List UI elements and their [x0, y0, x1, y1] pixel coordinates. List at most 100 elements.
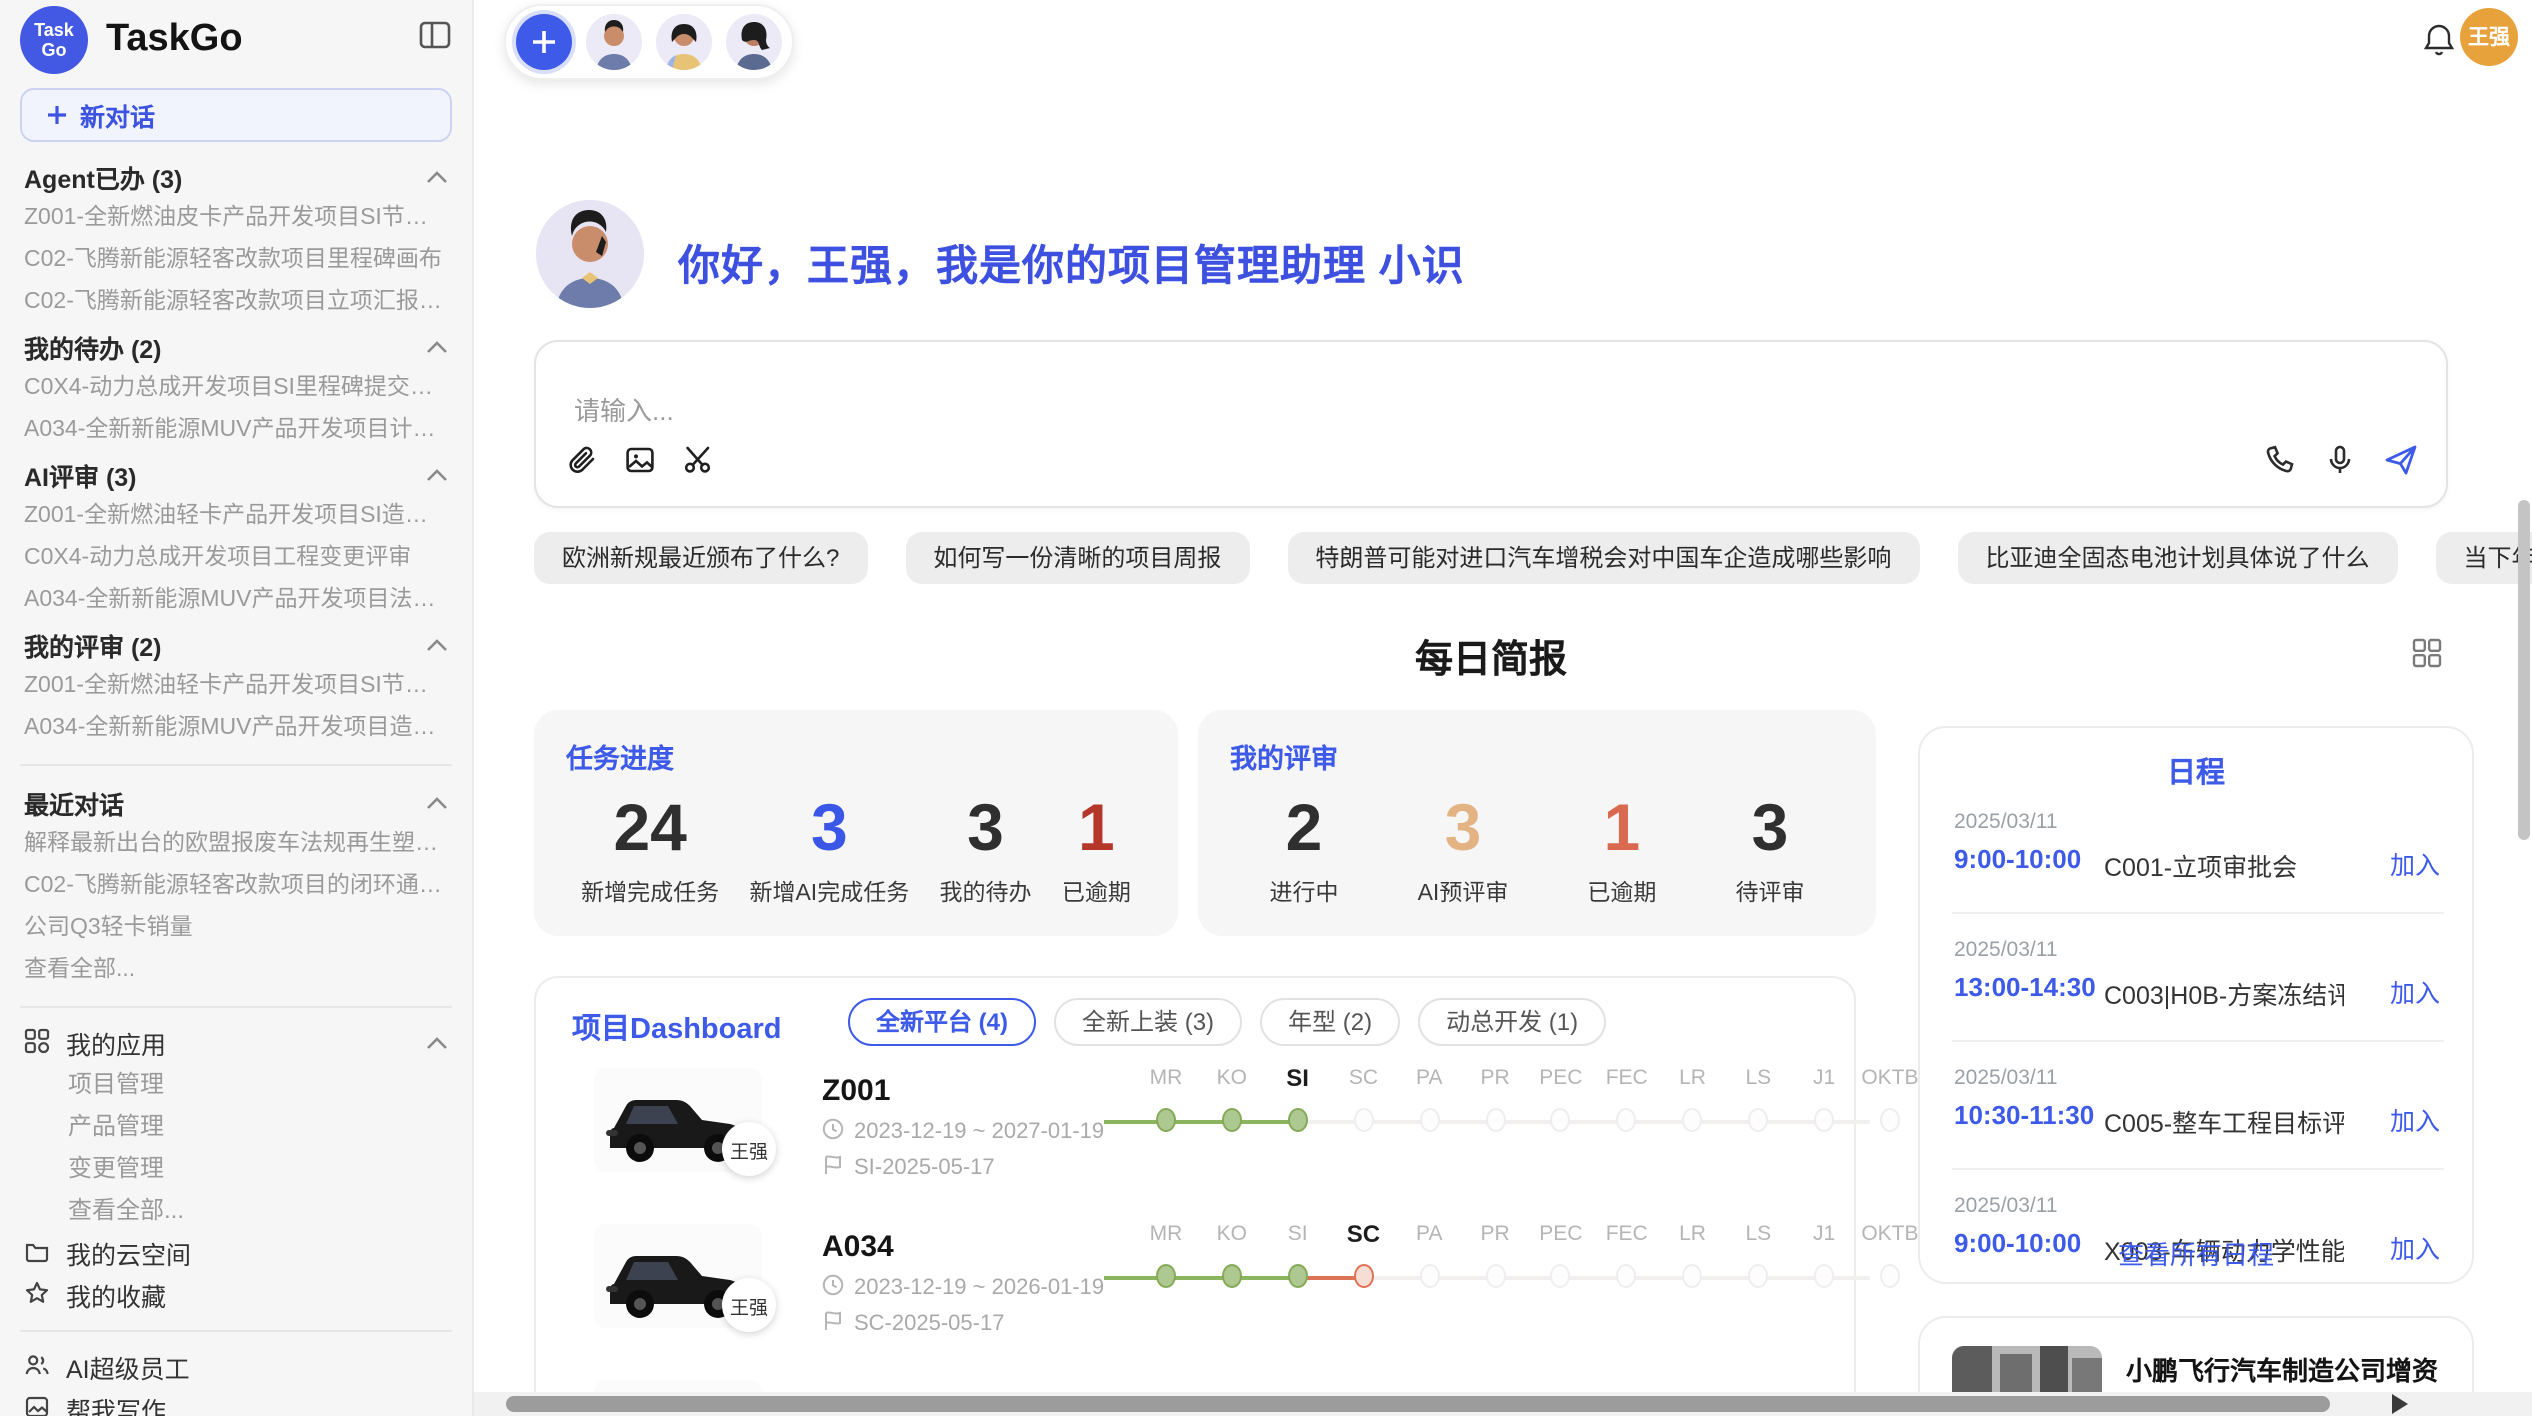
- layout-grid-icon[interactable]: [2412, 638, 2442, 678]
- quick-agents-bar: [504, 4, 794, 80]
- vertical-scrollbar-thumb[interactable]: [2518, 500, 2530, 840]
- add-agent-button[interactable]: [516, 14, 572, 70]
- milestone: PR: [1465, 1062, 1525, 1132]
- agent-avatar[interactable]: [726, 14, 782, 70]
- milestone: J1: [1794, 1218, 1854, 1288]
- app-title: TaskGo: [106, 18, 418, 62]
- stat-review-overdue: 1已逾期: [1587, 788, 1656, 908]
- suggestion-chip[interactable]: 欧洲新规最近颁布了什么?: [534, 532, 867, 584]
- new-chat-button[interactable]: 新对话: [20, 88, 452, 142]
- milestone: KO: [1202, 1062, 1262, 1132]
- join-link[interactable]: 加入: [2390, 1100, 2440, 1138]
- sidebar-item[interactable]: C02-飞腾新能源轻客改款项目立项汇报方案: [0, 282, 472, 324]
- section-recent-chats[interactable]: 最近对话: [0, 780, 472, 824]
- notification-bell-icon[interactable]: [2422, 22, 2456, 68]
- send-icon[interactable]: [2384, 444, 2418, 486]
- chevron-up-icon[interactable]: [426, 795, 448, 809]
- my-apps-header[interactable]: 我的应用: [0, 1022, 472, 1064]
- phone-icon[interactable]: [2264, 444, 2296, 486]
- schedule-date: 2025/03/11: [1954, 1194, 2058, 1218]
- recent-chat-item[interactable]: 公司Q3轻卡销量: [0, 908, 472, 950]
- sidebar-item[interactable]: Z001-全新燃油轻卡产品开发项目SI节点属性5D文件评审: [0, 666, 472, 708]
- apps-view-all[interactable]: 查看全部...: [0, 1190, 472, 1232]
- new-chat-label: 新对话: [80, 96, 155, 134]
- schedule-time: 9:00-10:00: [1954, 844, 2081, 874]
- app-item-change-mgmt[interactable]: 变更管理: [0, 1148, 472, 1190]
- recent-chat-item[interactable]: C02-飞腾新能源轻客改款项目的闭环通告反馈情况: [0, 866, 472, 908]
- schedule-date: 2025/03/11: [1954, 1066, 2058, 1090]
- chevron-up-icon[interactable]: [426, 1036, 448, 1050]
- sidebar-item[interactable]: Z001-全新燃油轻卡产品开发项目SI造型提交物评审: [0, 496, 472, 538]
- schedule-event[interactable]: C003|H0B-方案冻结评审: [2104, 974, 2344, 1012]
- app-item-project-mgmt[interactable]: 项目管理: [0, 1064, 472, 1106]
- section-my-review[interactable]: 我的评审 (2): [0, 622, 472, 666]
- chat-input[interactable]: [570, 394, 1778, 428]
- microphone-icon[interactable]: [2324, 444, 2356, 486]
- image-upload-icon[interactable]: [624, 444, 656, 486]
- tab-powertrain-dev[interactable]: 动总开发 (1): [1418, 998, 1606, 1046]
- star-icon: [24, 1279, 50, 1311]
- logo-text-top: Task: [34, 20, 74, 40]
- project-dashboard-card: 项目Dashboard 全新平台 (4) 全新上装 (3) 年型 (2) 动总开…: [534, 976, 1856, 1416]
- folder-icon: [24, 1237, 50, 1269]
- project-code[interactable]: Z001: [822, 1074, 890, 1108]
- sidebar-item[interactable]: C0X4-动力总成开发项目SI里程碑提交物检查: [0, 368, 472, 410]
- tool-help-me-write[interactable]: 帮我写作: [0, 1388, 472, 1416]
- recent-view-all[interactable]: 查看全部...: [0, 950, 472, 992]
- divider: [20, 1330, 452, 1332]
- recent-chat-item[interactable]: 解释最新出台的欧盟报废车法规再生塑料比例被调至15%...: [0, 824, 472, 866]
- view-all-schedule-link[interactable]: 查看所有日程: [1920, 1234, 2472, 1272]
- project-dates: 2023-12-19 ~ 2027-01-19: [822, 1118, 1104, 1146]
- sidebar-item[interactable]: A034-全新新能源MUV产品开发项目计划变更表编写: [0, 410, 472, 452]
- tab-all-new-platform[interactable]: 全新平台 (4): [848, 998, 1036, 1046]
- join-link[interactable]: 加入: [2390, 844, 2440, 882]
- scissors-icon[interactable]: [682, 444, 714, 486]
- chevron-up-icon[interactable]: [426, 637, 448, 651]
- my-favorites[interactable]: 我的收藏: [0, 1274, 472, 1316]
- suggestion-chip[interactable]: 比亚迪全固态电池计划具体说了什么: [1957, 532, 2397, 584]
- schedule-event[interactable]: C001-立项审批会: [2104, 846, 2344, 884]
- image-icon: [24, 1393, 50, 1416]
- sidebar-item[interactable]: Z001-全新燃油皮卡产品开发项目SI节点Lesson Learn报告: [0, 198, 472, 240]
- scroll-right-arrow-icon[interactable]: [2392, 1394, 2408, 1414]
- tab-year-model[interactable]: 年型 (2): [1260, 998, 1400, 1046]
- chevron-up-icon[interactable]: [426, 339, 448, 353]
- plus-icon: [46, 104, 68, 126]
- app-item-product-mgmt[interactable]: 产品管理: [0, 1106, 472, 1148]
- suggestion-chip[interactable]: 特朗普可能对进口汽车增税会对中国车企造成哪些影响: [1287, 532, 1919, 584]
- card-title: 任务进度: [566, 736, 1146, 776]
- chevron-up-icon[interactable]: [426, 467, 448, 481]
- agent-avatar[interactable]: [656, 14, 712, 70]
- milestone: LR: [1663, 1062, 1723, 1132]
- sidebar-item[interactable]: A034-全新新能源MUV产品开发项目法规符合性评审: [0, 580, 472, 622]
- sidebar-item[interactable]: C02-飞腾新能源轻客改款项目里程碑画布: [0, 240, 472, 282]
- sidebar-collapse-icon[interactable]: [418, 18, 452, 62]
- project-code[interactable]: A034: [822, 1230, 894, 1264]
- milestone: PEC: [1531, 1062, 1591, 1132]
- schedule-event[interactable]: C005-整车工程目标评审: [2104, 1102, 2344, 1140]
- stat-new-done: 24新增完成任务: [581, 788, 719, 908]
- clock-icon: [822, 1118, 844, 1146]
- section-my-todo[interactable]: 我的待办 (2): [0, 324, 472, 368]
- section-agent-done[interactable]: Agent已办 (3): [0, 154, 472, 198]
- tool-ai-super-staff[interactable]: AI超级员工: [0, 1346, 472, 1388]
- user-avatar[interactable]: 王强: [2460, 8, 2518, 66]
- agent-avatar[interactable]: [586, 14, 642, 70]
- dashboard-title: 项目Dashboard: [572, 1006, 782, 1048]
- attachment-icon[interactable]: [566, 444, 598, 486]
- news-title[interactable]: 小鹏飞行汽车制造公司增资: [2126, 1350, 2446, 1388]
- milestone-strip: MR KO SI SC PA PR PEC FEC LR LS J1 OKTB: [1136, 1218, 1920, 1298]
- milestone: SC: [1333, 1062, 1393, 1132]
- sidebar-item[interactable]: A034-全新新能源MUV产品开发项目造型可行性评审: [0, 708, 472, 750]
- section-ai-review[interactable]: AI评审 (3): [0, 452, 472, 496]
- taskgo-logo: Task Go: [20, 6, 88, 74]
- horizontal-scrollbar-thumb[interactable]: [506, 1396, 2330, 1412]
- join-link[interactable]: 加入: [2390, 972, 2440, 1010]
- my-cloud-space[interactable]: 我的云空间: [0, 1232, 472, 1274]
- owner-badge: 王强: [722, 1278, 776, 1332]
- chevron-up-icon[interactable]: [426, 169, 448, 183]
- sidebar-item[interactable]: C0X4-动力总成开发项目工程变更评审: [0, 538, 472, 580]
- task-progress-card: 任务进度 24新增完成任务 3新增AI完成任务 3我的待办 1已逾期: [534, 710, 1178, 936]
- tab-all-new-body[interactable]: 全新上装 (3): [1054, 998, 1242, 1046]
- suggestion-chip[interactable]: 如何写一份清晰的项目周报: [905, 532, 1249, 584]
